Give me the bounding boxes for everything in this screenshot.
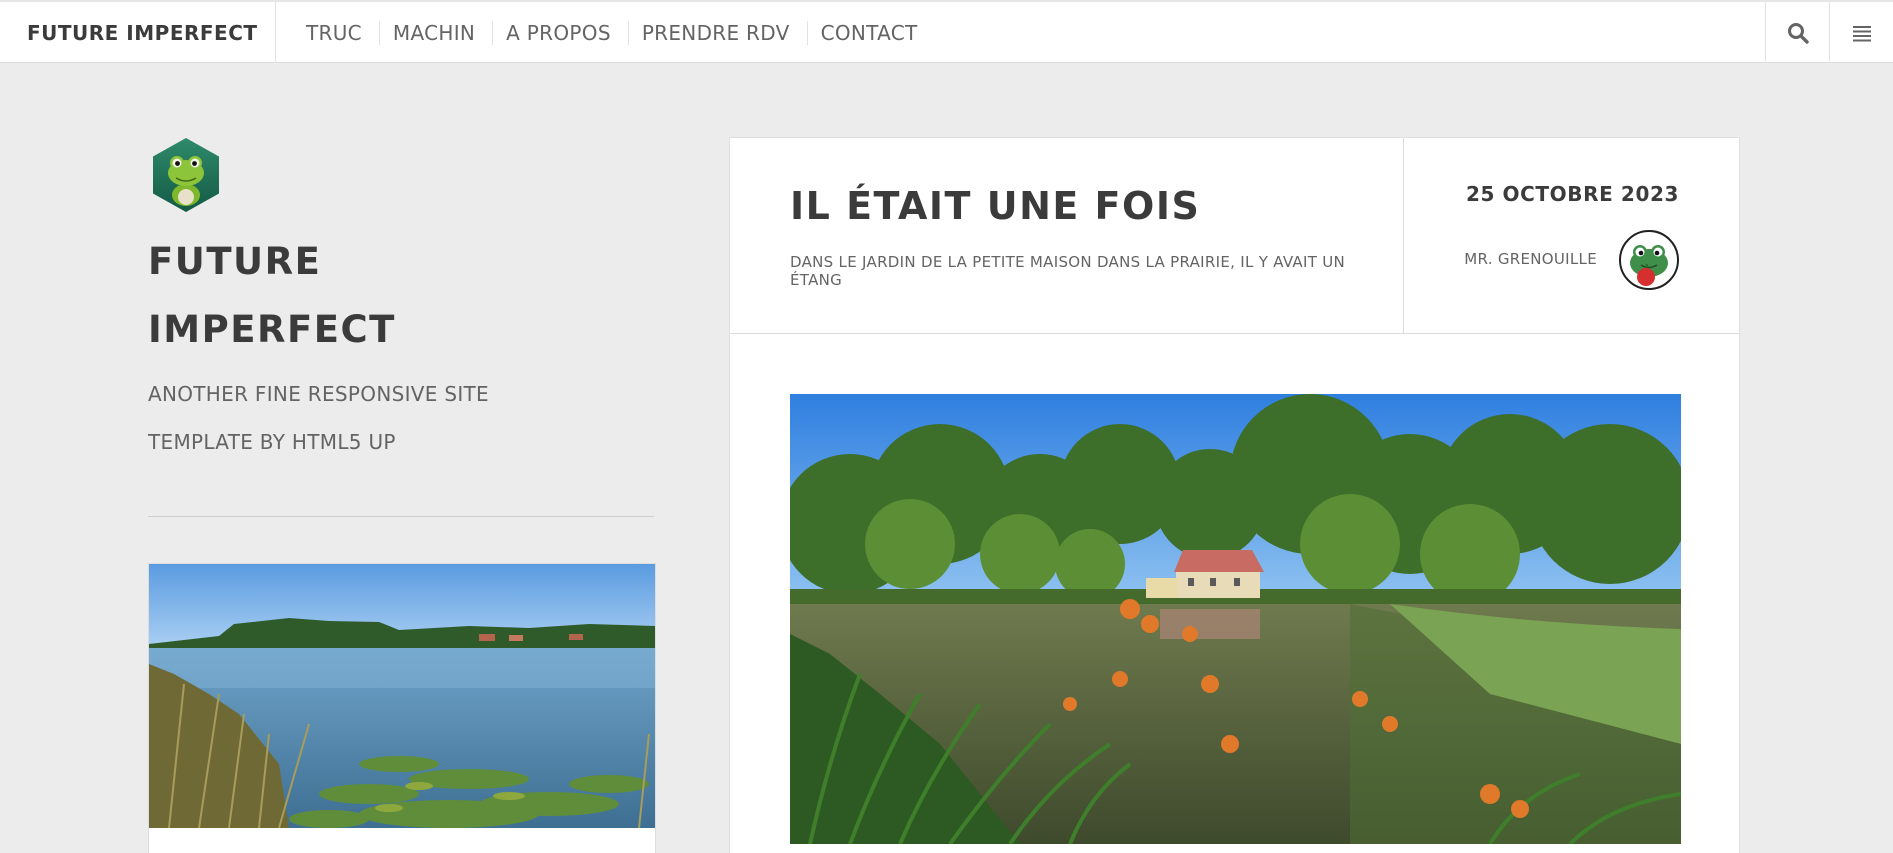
intro-subtitle: ANOTHER FINE RESPONSIVE SITE TEMPLATE BY… [148, 370, 578, 466]
main-nav: TRUC MACHIN A PROPOS PRENDRE RDV CONTACT [293, 2, 935, 63]
post-title-block: IL ÉTAIT UNE FOIS DANS LE JARDIN DE LA P… [730, 138, 1404, 334]
site-title-link[interactable]: FUTURE IMPERFECT [0, 2, 276, 63]
post-meta: 25 OCTOBRE 2023 MR. GRENOUILLE [1405, 138, 1739, 334]
nav-item-a-propos[interactable]: A PROPOS [493, 20, 629, 45]
intro-subtitle-line-2: TEMPLATE BY HTML5 UP [148, 430, 396, 454]
top-header: FUTURE IMPERFECT TRUC MACHIN A PROPOS PR… [0, 0, 1893, 63]
frog-logo[interactable] [148, 137, 224, 213]
intro-title-line-2: IMPERFECT [148, 308, 396, 351]
menu-button[interactable] [1829, 2, 1893, 63]
post-header: IL ÉTAIT UNE FOIS DANS LE JARDIN DE LA P… [730, 138, 1739, 334]
intro-subtitle-line-1: ANOTHER FINE RESPONSIVE SITE [148, 382, 489, 406]
author-name[interactable]: MR. GRENOUILLE [1464, 250, 1597, 268]
intro-title-line-1: FUTURE [148, 240, 322, 283]
nav-item-contact[interactable]: CONTACT [808, 21, 935, 45]
nav-item-truc[interactable]: TRUC [293, 20, 380, 45]
author-avatar[interactable] [1619, 230, 1679, 290]
search-button[interactable] [1765, 2, 1829, 63]
nav-item-prendre-rdv[interactable]: PRENDRE RDV [629, 20, 808, 45]
post-title[interactable]: IL ÉTAIT UNE FOIS [790, 184, 1200, 228]
intro-title: FUTURE IMPERFECT [148, 228, 568, 364]
nav-item-machin[interactable]: MACHIN [380, 20, 494, 45]
search-icon [1787, 22, 1809, 44]
menu-icon [1852, 25, 1871, 41]
mini-post-card [148, 563, 656, 853]
intro-divider [148, 516, 654, 517]
post-date: 25 OCTOBRE 2023 [1465, 182, 1679, 206]
post-article: IL ÉTAIT UNE FOIS DANS LE JARDIN DE LA P… [729, 137, 1740, 853]
pond-image[interactable] [790, 394, 1681, 844]
lake-image[interactable] [149, 564, 655, 828]
post-subtitle: DANS LE JARDIN DE LA PETITE MAISON DANS … [790, 253, 1346, 289]
